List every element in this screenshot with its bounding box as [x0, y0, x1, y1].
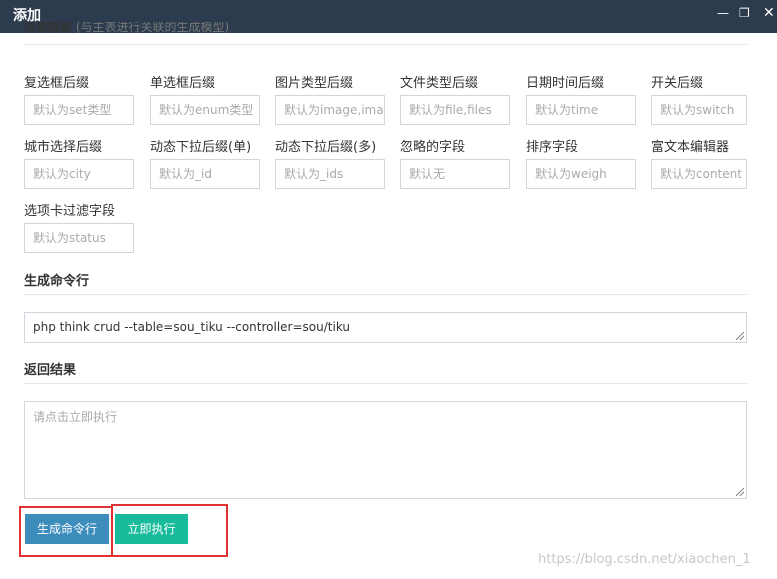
checkbox-suffix-input[interactable]: 默认为set类型: [24, 95, 134, 125]
datetime-suffix-input[interactable]: 默认为time: [526, 95, 636, 125]
switch-suffix-label: 开关后缀: [651, 76, 704, 91]
select-single-suffix-input[interactable]: 默认为_id: [150, 159, 260, 189]
relation-model-hint: (与主表进行关联的生成模型): [75, 22, 230, 34]
minimize-icon[interactable]: —: [717, 4, 729, 22]
resize-grip-icon[interactable]: [736, 488, 744, 496]
relation-model-header: 关联模型 (与主表进行关联的生成模型): [24, 22, 724, 34]
maximize-icon[interactable]: ❐: [739, 4, 750, 22]
datetime-suffix-label: 日期时间后缀: [526, 76, 605, 91]
divider: [24, 44, 747, 45]
command-section-title: 生成命令行: [24, 274, 90, 289]
command-text: php think crud --table=sou_tiku --contro…: [33, 320, 351, 334]
sort-field-label: 排序字段: [526, 140, 579, 155]
close-icon[interactable]: ✕: [763, 4, 775, 22]
command-textarea[interactable]: php think crud --table=sou_tiku --contro…: [24, 312, 747, 343]
resize-grip-icon[interactable]: [736, 332, 744, 340]
sort-field-input[interactable]: 默认为weigh: [526, 159, 636, 189]
editor-field-label: 富文本编辑器: [651, 140, 730, 155]
file-suffix-label: 文件类型后缀: [400, 76, 479, 91]
checkbox-suffix-label: 复选框后缀: [24, 76, 90, 91]
select-multi-suffix-label: 动态下拉后缀(多): [275, 140, 377, 155]
city-suffix-input[interactable]: 默认为city: [24, 159, 134, 189]
tab-filter-field-label: 选项卡过滤字段: [24, 204, 116, 219]
result-textarea[interactable]: 请点击立即执行: [24, 401, 747, 499]
select-multi-suffix-input[interactable]: 默认为_ids: [275, 159, 385, 189]
switch-suffix-input[interactable]: 默认为switch: [651, 95, 747, 125]
ignore-fields-label: 忽略的字段: [400, 140, 466, 155]
divider: [24, 383, 747, 384]
tab-filter-field-input[interactable]: 默认为status: [24, 223, 134, 253]
divider: [24, 294, 747, 295]
result-placeholder: 请点击立即执行: [33, 410, 118, 424]
city-suffix-label: 城市选择后缀: [24, 140, 103, 155]
image-suffix-input[interactable]: 默认为image,images: [275, 95, 385, 125]
select-single-suffix-label: 动态下拉后缀(单): [150, 140, 252, 155]
editor-field-input[interactable]: 默认为content: [651, 159, 747, 189]
highlight-box-execute: [111, 504, 228, 557]
highlight-box-generate: [19, 506, 113, 557]
radio-suffix-label: 单选框后缀: [150, 76, 216, 91]
file-suffix-input[interactable]: 默认为file,files: [400, 95, 510, 125]
relation-model-label: 关联模型: [24, 22, 73, 34]
image-suffix-label: 图片类型后缀: [275, 76, 354, 91]
watermark-text: https://blog.csdn.net/xiaochen_1: [538, 552, 751, 567]
ignore-fields-input[interactable]: 默认无: [400, 159, 510, 189]
result-section-title: 返回结果: [24, 363, 77, 378]
radio-suffix-input[interactable]: 默认为enum类型: [150, 95, 260, 125]
